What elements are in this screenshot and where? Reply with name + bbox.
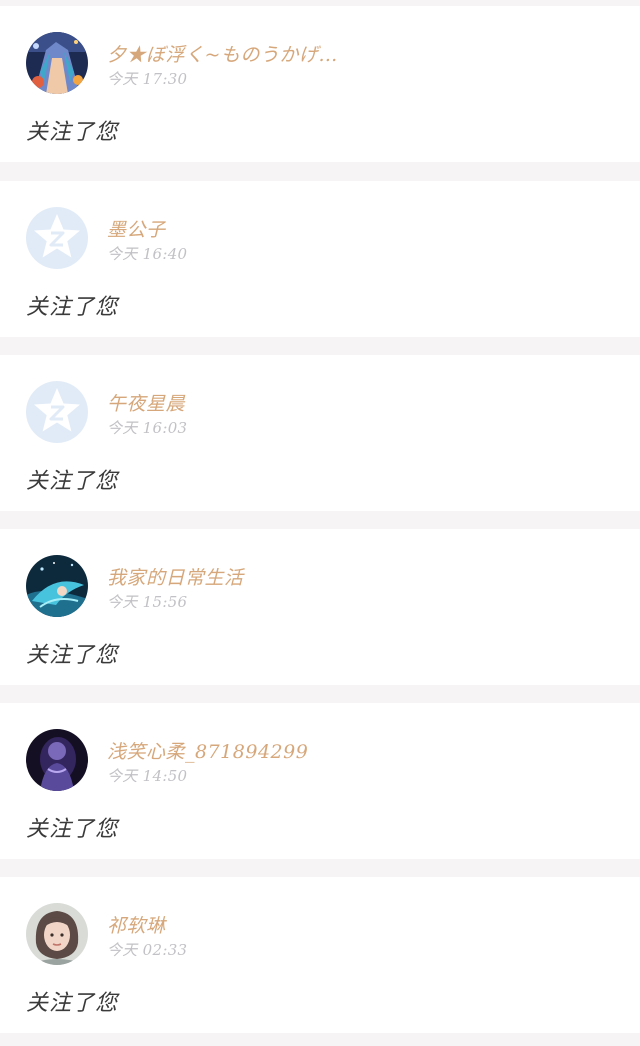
notification-item[interactable]: 浅笑心柔_871894299 今天 14:50 关注了您: [0, 703, 640, 859]
notification-message: 关注了您: [26, 817, 119, 842]
avatar[interactable]: [26, 381, 88, 443]
timestamp: 今天 17:30: [107, 70, 188, 88]
avatar[interactable]: [26, 555, 88, 617]
avatar[interactable]: [26, 903, 88, 965]
notification-message: 关注了您: [26, 643, 119, 668]
username[interactable]: 午夜星晨: [107, 389, 185, 416]
default-star-avatar-icon: [26, 381, 88, 443]
notification-message: 关注了您: [26, 469, 119, 494]
anime-blue-hair-avatar-icon: [26, 555, 88, 617]
username[interactable]: 夕★ぼ浮く~ものうかげ…: [107, 40, 338, 67]
timestamp: 今天 16:03: [107, 419, 188, 437]
dark-purple-figure-avatar-icon: [26, 729, 88, 791]
timestamp: 今天 02:33: [107, 941, 188, 959]
default-star-avatar-icon: [26, 207, 88, 269]
timestamp: 今天 16:40: [107, 245, 188, 263]
username[interactable]: 墨公子: [107, 215, 166, 242]
avatar[interactable]: [26, 32, 88, 94]
notification-message: 关注了您: [26, 120, 119, 145]
notification-item[interactable]: 我家的日常生活 今天 15:56 关注了您: [0, 529, 640, 685]
portrait-photo-avatar-icon: [26, 903, 88, 965]
notification-item[interactable]: 午夜星晨 今天 16:03 关注了您: [0, 355, 640, 511]
username[interactable]: 浅笑心柔_871894299: [107, 737, 308, 764]
username[interactable]: 祁软琳: [107, 911, 166, 938]
timestamp: 今天 14:50: [107, 767, 188, 785]
notification-item[interactable]: 墨公子 今天 16:40 关注了您: [0, 181, 640, 337]
notification-item[interactable]: 祁软琳 今天 02:33 关注了您: [0, 877, 640, 1033]
avatar[interactable]: [26, 207, 88, 269]
anime-girl-colorful-avatar-icon: [26, 32, 88, 94]
notification-message: 关注了您: [26, 295, 119, 320]
username[interactable]: 我家的日常生活: [107, 563, 244, 590]
avatar[interactable]: [26, 729, 88, 791]
timestamp: 今天 15:56: [107, 593, 188, 611]
notification-item[interactable]: 夕★ぼ浮く~ものうかげ… 今天 17:30 关注了您: [0, 6, 640, 162]
notification-feed: 夕★ぼ浮く~ものうかげ… 今天 17:30 关注了您 墨公子 今天 16:40 …: [0, 0, 640, 1046]
notification-message: 关注了您: [26, 991, 119, 1016]
